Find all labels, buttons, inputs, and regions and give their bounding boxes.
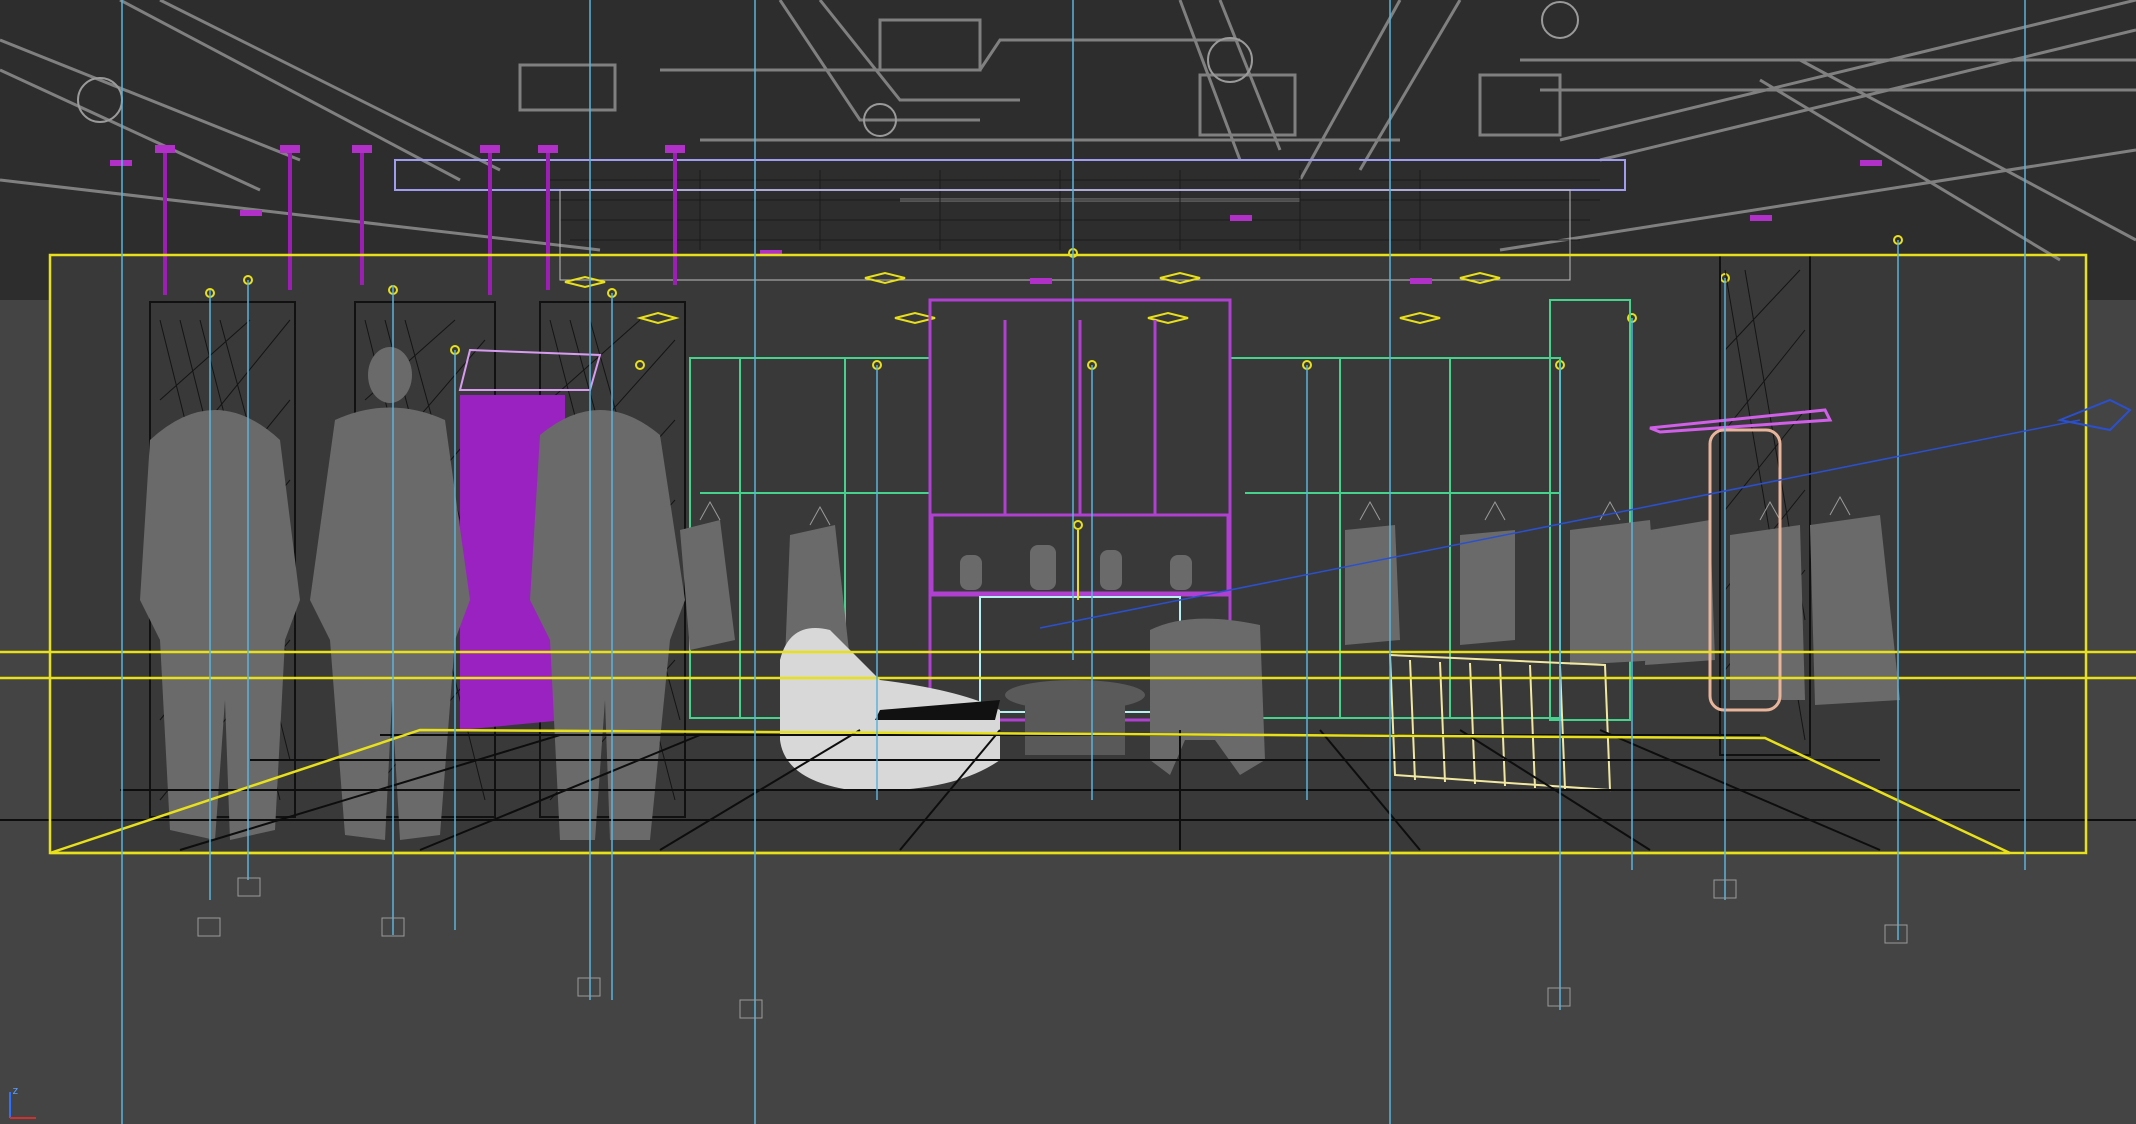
3d-viewport[interactable]: z: [0, 0, 2136, 1124]
axis-tripod-icon: z: [9, 1084, 36, 1119]
z-axis-label: z: [12, 1084, 19, 1097]
scene-wireframe[interactable]: [0, 0, 2136, 1124]
